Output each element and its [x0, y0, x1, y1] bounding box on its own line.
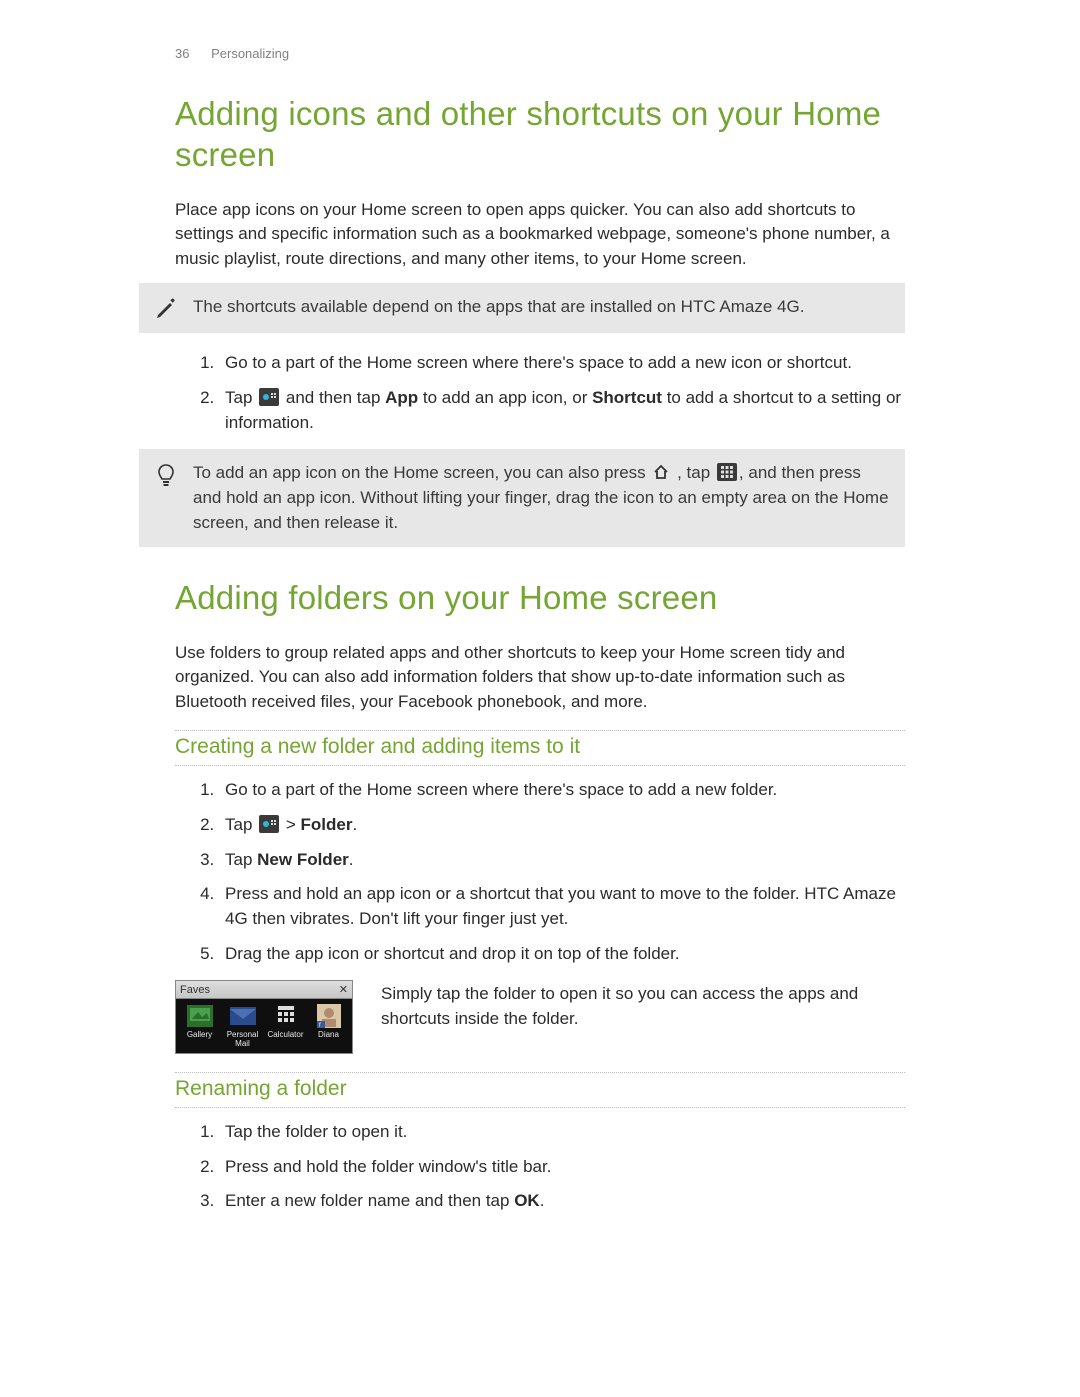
- section1-steps: Go to a part of the Home screen where th…: [175, 351, 905, 435]
- pen-icon: [153, 295, 179, 321]
- tip-text: To add an app icon on the Home screen, y…: [193, 461, 889, 535]
- sub2-title: Renaming a folder: [175, 1072, 905, 1108]
- sub2-steps: Tap the folder to open it. Press and hol…: [175, 1120, 905, 1214]
- folder-item: Gallery: [180, 1003, 220, 1049]
- folder-caption: Simply tap the folder to open it so you …: [381, 982, 905, 1031]
- personalize-icon: [259, 388, 279, 406]
- home-icon: [652, 463, 670, 481]
- sub1-steps: Go to a part of the Home screen where th…: [175, 778, 905, 966]
- sub1-title: Creating a new folder and adding items t…: [175, 730, 905, 766]
- mail-icon: [229, 1003, 257, 1029]
- section1-intro: Place app icons on your Home screen to o…: [175, 198, 905, 272]
- close-icon: ✕: [339, 983, 348, 996]
- step: Enter a new folder name and then tap OK.: [219, 1189, 905, 1214]
- page-content: 36 Personalizing Adding icons and other …: [175, 0, 905, 1214]
- folder-popup-title: Faves: [180, 984, 210, 996]
- folder-popup-illustration: Faves ✕ Gallery Personal Mail Calculator: [175, 980, 353, 1054]
- note-box-shortcuts: The shortcuts available depend on the ap…: [139, 283, 905, 333]
- gallery-icon: [186, 1003, 214, 1029]
- step: Press and hold the folder window's title…: [219, 1155, 905, 1180]
- folder-item: Calculator: [266, 1003, 306, 1049]
- step: Go to a part of the Home screen where th…: [219, 778, 905, 803]
- apps-grid-icon: [717, 463, 737, 481]
- running-header: 36 Personalizing: [175, 46, 905, 61]
- step: Press and hold an app icon or a shortcut…: [219, 882, 905, 931]
- tip-box: To add an app icon on the Home screen, y…: [139, 449, 905, 547]
- section1-title: Adding icons and other shortcuts on your…: [175, 93, 905, 176]
- document-page: 36 Personalizing Adding icons and other …: [0, 0, 1080, 1397]
- section2-title: Adding folders on your Home screen: [175, 577, 905, 618]
- folder-illustration-row: Faves ✕ Gallery Personal Mail Calculator: [175, 980, 905, 1054]
- page-number: 36: [175, 46, 189, 61]
- step: Tap the folder to open it.: [219, 1120, 905, 1145]
- calculator-icon: [272, 1003, 300, 1029]
- folder-popup-titlebar: Faves ✕: [176, 981, 352, 999]
- lightbulb-icon: [153, 461, 179, 489]
- folder-popup-grid: Gallery Personal Mail Calculator f Diana: [176, 999, 352, 1053]
- step: Drag the app icon or shortcut and drop i…: [219, 942, 905, 967]
- section2-intro: Use folders to group related apps and ot…: [175, 641, 905, 715]
- section-name: Personalizing: [211, 46, 289, 61]
- personalize-icon: [259, 815, 279, 833]
- folder-item: f Diana: [309, 1003, 349, 1049]
- note-text: The shortcuts available depend on the ap…: [193, 295, 804, 320]
- step: Tap New Folder.: [219, 848, 905, 873]
- contact-photo-icon: f: [315, 1003, 343, 1029]
- step: Tap > Folder.: [219, 813, 905, 838]
- step: Go to a part of the Home screen where th…: [219, 351, 905, 376]
- folder-item: Personal Mail: [223, 1003, 263, 1049]
- step: Tap and then tap App to add an app icon,…: [219, 386, 905, 435]
